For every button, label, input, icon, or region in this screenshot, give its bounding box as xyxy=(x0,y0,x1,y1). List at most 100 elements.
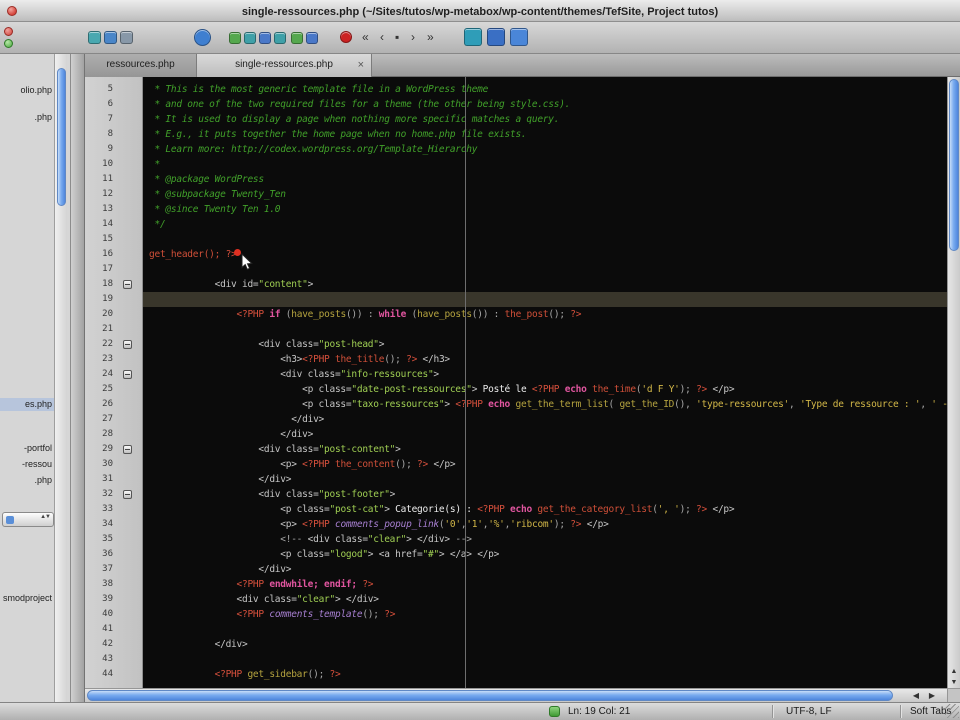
status-bar: Ln: 19 Col: 21 UTF-8, LF Soft Tabs xyxy=(0,702,960,720)
code-line[interactable]: * and one of the two required files for … xyxy=(143,97,947,112)
vertical-scrollbar-thumb[interactable] xyxy=(949,79,959,251)
code-line[interactable]: <div id="content"> xyxy=(143,277,947,292)
code-line[interactable] xyxy=(143,232,947,247)
horizontal-scrollbar-thumb[interactable] xyxy=(87,690,893,701)
code-line[interactable]: <?PHP endwhile; endif; ?> xyxy=(143,577,947,592)
drawer-item[interactable]: .php xyxy=(34,474,52,487)
code-line[interactable]: <p class="taxo-ressources"> <?PHP echo g… xyxy=(143,397,947,412)
code-line[interactable]: * E.g., it puts together the home page w… xyxy=(143,127,947,142)
line-number: 40 xyxy=(102,609,113,619)
code-line[interactable]: </div> xyxy=(143,637,947,652)
video-icon-2[interactable] xyxy=(487,28,505,46)
fold-toggle-icon[interactable] xyxy=(123,340,132,349)
tool-icon-1[interactable] xyxy=(229,32,241,44)
rewind-icon[interactable]: « xyxy=(362,30,369,44)
drawer-item[interactable]: smodproject xyxy=(3,592,52,605)
code-line[interactable]: <p> <?PHP comments_popup_link('0','1','%… xyxy=(143,517,947,532)
tool-icon-2[interactable] xyxy=(244,32,256,44)
drawer-popup-button[interactable]: ▲▼ xyxy=(2,512,54,527)
line-number: 14 xyxy=(102,219,113,229)
code-line[interactable] xyxy=(143,622,947,637)
code-line[interactable]: <div class="info-ressources"> xyxy=(143,367,947,382)
line-number: 44 xyxy=(102,669,113,679)
video-icon-1[interactable] xyxy=(464,28,482,46)
code-line[interactable]: */ xyxy=(143,217,947,232)
code-line[interactable]: <div class="post-footer"> xyxy=(143,487,947,502)
line-number: 38 xyxy=(102,579,113,589)
scroll-up-icon[interactable]: ▲ xyxy=(948,668,960,675)
window-title: single-ressources.php (~/Sites/tutos/wp-… xyxy=(241,6,719,18)
code-line[interactable]: </div> xyxy=(143,562,947,577)
code-line[interactable]: <h3><?PHP the_title(); ?> </h3> xyxy=(143,352,947,367)
drawer-item[interactable]: es.php xyxy=(25,398,52,411)
code-line[interactable]: <p class="date-post-ressources"> Posté l… xyxy=(143,382,947,397)
tool-icon-6[interactable] xyxy=(306,32,318,44)
code-line[interactable]: <?PHP get_sidebar(); ?> xyxy=(143,667,947,682)
code-line[interactable]: get_header(); ?> xyxy=(143,247,947,262)
open-doc-icon[interactable] xyxy=(104,31,117,44)
code-line[interactable]: </div> xyxy=(143,472,947,487)
code-line[interactable]: <div class="post-head"> xyxy=(143,337,947,352)
status-divider xyxy=(900,705,901,718)
drawer-item[interactable]: -ressou xyxy=(22,458,52,471)
tab-single-ressources[interactable]: single-ressources.php × xyxy=(197,54,372,77)
scroll-down-icon[interactable]: ▼ xyxy=(948,679,960,686)
code-line[interactable]: * xyxy=(143,157,947,172)
code-line[interactable]: </div> xyxy=(143,412,947,427)
fold-toggle-icon[interactable] xyxy=(123,280,132,289)
code-line[interactable]: * @subpackage Twenty_Ten xyxy=(143,187,947,202)
code-line[interactable]: * Learn more: http://codex.wordpress.org… xyxy=(143,142,947,157)
fast-forward-icon[interactable]: » xyxy=(427,30,434,44)
globe-icon[interactable] xyxy=(194,29,211,46)
resize-grip[interactable] xyxy=(945,704,959,718)
tab-ressources[interactable]: ressources.php xyxy=(85,54,197,77)
code-line[interactable]: <p> <?PHP the_content(); ?> </p> xyxy=(143,457,947,472)
encoding-label[interactable]: UTF-8, LF xyxy=(786,706,832,717)
tool-icon-3[interactable] xyxy=(259,32,271,44)
scroll-right-icon[interactable]: ▶ xyxy=(929,691,935,700)
close-window-button[interactable] xyxy=(7,6,17,16)
drawer-scrollbar-thumb[interactable] xyxy=(57,68,66,206)
code-line[interactable] xyxy=(143,262,947,277)
code-line[interactable]: <p class="post-cat"> Categorie(s) : <?PH… xyxy=(143,502,947,517)
new-doc-icon[interactable] xyxy=(88,31,101,44)
drawer-item[interactable]: olio.php xyxy=(20,84,52,97)
drawer-item[interactable]: -portfol xyxy=(24,442,52,455)
status-ok-icon[interactable] xyxy=(549,706,560,717)
code-line[interactable] xyxy=(143,322,947,337)
video-icon-3[interactable] xyxy=(510,28,528,46)
code-line[interactable]: </div> xyxy=(143,427,947,442)
code-line[interactable]: * @package WordPress xyxy=(143,172,947,187)
code-line[interactable]: * It is used to display a page when noth… xyxy=(143,112,947,127)
code-line[interactable]: <p class="logod"> <a href="#"> </a> </p> xyxy=(143,547,947,562)
record-icon[interactable] xyxy=(340,31,352,43)
code-line[interactable]: <div class="clear"> </div> xyxy=(143,592,947,607)
tool-icon-5[interactable] xyxy=(291,32,303,44)
code-line[interactable]: <div class="post-content"> xyxy=(143,442,947,457)
step-back-icon[interactable]: ‹ xyxy=(380,30,384,44)
tool-icon-4[interactable] xyxy=(274,32,286,44)
code-line[interactable]: <?PHP comments_template(); ?> xyxy=(143,607,947,622)
vertical-scrollbar[interactable]: ▲ ▼ xyxy=(947,77,960,688)
code-line[interactable] xyxy=(143,292,947,307)
step-forward-icon[interactable]: › xyxy=(411,30,415,44)
scroll-left-icon[interactable]: ◀ xyxy=(913,691,919,700)
drawer-item[interactable]: .php xyxy=(34,111,52,124)
line-number: 9 xyxy=(107,144,113,154)
stop-icon[interactable]: ▪ xyxy=(395,30,399,44)
code-line[interactable]: * This is the most generic template file… xyxy=(143,82,947,97)
horizontal-scrollbar[interactable]: ◀ ▶ xyxy=(85,688,947,702)
code-editor[interactable]: 5 6 7 8 9 10 11 12 13 14 15 16 17 18 19 20 21 22 23 24 25 26 2… xyxy=(85,77,947,688)
line-number: 41 xyxy=(102,624,113,634)
drawer-scrollbar[interactable] xyxy=(54,54,67,702)
drawer-edge[interactable] xyxy=(70,54,85,702)
save-doc-icon[interactable] xyxy=(120,31,133,44)
fold-toggle-icon[interactable] xyxy=(123,370,132,379)
fold-toggle-icon[interactable] xyxy=(123,490,132,499)
code-line[interactable]: <?PHP if (have_posts()) : while (have_po… xyxy=(143,307,947,322)
tab-close-icon[interactable]: × xyxy=(358,54,364,76)
code-line[interactable] xyxy=(143,652,947,667)
code-line[interactable]: * @since Twenty Ten 1.0 xyxy=(143,202,947,217)
fold-toggle-icon[interactable] xyxy=(123,445,132,454)
code-line[interactable]: <!-- <div class="clear"> </div> --> xyxy=(143,532,947,547)
